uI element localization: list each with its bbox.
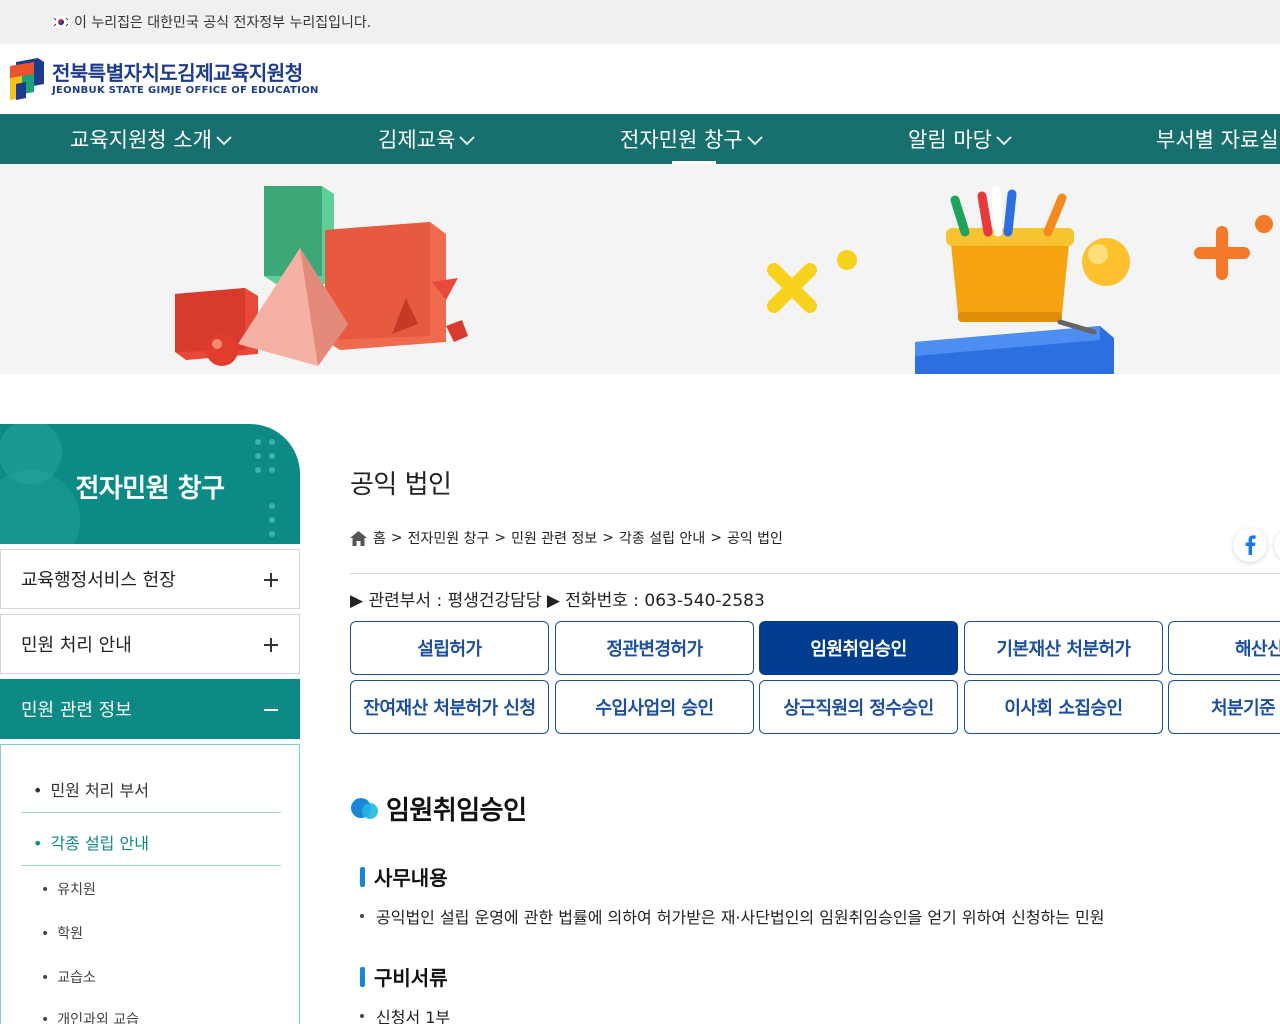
tab-asset-disposal[interactable]: 기본재산 처분허가 <box>964 621 1163 675</box>
site-logo[interactable]: 전북특별자치도김제교육지원청 JEONBUK STATE GIMJE OFFIC… <box>8 58 319 100</box>
breadcrumb-current: 공익 법인 <box>726 531 783 547</box>
banner-illustration <box>175 185 1273 374</box>
tab-staff-quota[interactable]: 상근직원의 정수승인 <box>759 680 958 734</box>
heading-bar-icon <box>360 866 365 887</box>
sidebar-sub3-label: 학원 <box>57 926 84 942</box>
sidebar-sub-item-establish[interactable]: • 각종 설립 안내 <box>21 830 281 866</box>
gov-notice-bar: 이 누리집은 대한민국 공식 전자정부 누리집입니다. <box>0 0 1280 44</box>
nav-item-notice[interactable]: 알림 마당 <box>908 114 1012 164</box>
nav-item-label: 김제교육 <box>378 128 456 152</box>
tab-label: 이사회 소집승인 <box>1004 698 1123 719</box>
sidebar-sub3-private-tutoring[interactable]: • 개인과외 교습 <box>41 1009 139 1024</box>
sidebar-sub3-label: 교습소 <box>57 970 96 986</box>
tab-disposal-criteria[interactable]: 처분기준 <box>1168 680 1280 734</box>
tab-label: 수입사업의 승인 <box>595 698 714 719</box>
sidebar-sub3-label: 개인과외 교습 <box>57 1012 139 1024</box>
main-nav: 교육지원청 소개 김제교육 전자민원 창구 알림 마당 부서별 자료실 <box>0 114 1280 164</box>
site-header: 전북특별자치도김제교육지원청 JEONBUK STATE GIMJE OFFIC… <box>0 44 1280 114</box>
sidebar-item-label: 민원 관련 정보 <box>21 700 132 721</box>
sidebar-title-box: 전자민원 창구 <box>0 424 300 544</box>
heading-bar-icon <box>360 966 365 987</box>
section-title: 임원취임승인 <box>350 790 527 827</box>
chevron-down-icon <box>996 136 1012 146</box>
logo-name-ko: 전북특별자치도김제교육지원청 <box>52 61 303 85</box>
sidebar-submenu: • 민원 처리 부서 • 각종 설립 안내 • 유치원 • 학원 • 교습소 • 개인과외 … <box>0 744 300 1024</box>
logo-emblem-icon <box>10 58 44 100</box>
breadcrumb-item[interactable]: 각종 설립 안내 <box>619 528 705 548</box>
subheading-text: 구비서류 <box>374 966 448 990</box>
tab-label: 정관변경허가 <box>606 639 703 660</box>
bullet-icon <box>360 914 364 918</box>
tab-officer-approval[interactable]: 임원취임승인 <box>759 621 958 675</box>
share-button[interactable] <box>1274 528 1280 562</box>
sidebar-sub3-tutoring-center[interactable]: • 교습소 <box>41 967 96 987</box>
section-title-text: 임원취임승인 <box>386 796 527 826</box>
plus-icon <box>264 638 278 652</box>
sidebar-title: 전자민원 창구 <box>75 474 225 504</box>
sidebar-sub-item-label: 민원 처리 부서 <box>50 781 149 800</box>
sidebar-sub3-academy[interactable]: • 학원 <box>41 923 83 943</box>
tab-board-meeting[interactable]: 이사회 소집승인 <box>964 680 1163 734</box>
tab-dissolution[interactable]: 해산신고 <box>1168 621 1280 675</box>
nav-item-label: 전자민원 창구 <box>620 128 743 152</box>
minus-icon <box>264 709 278 711</box>
section-bullet-icon <box>351 797 378 819</box>
tab-articles-change[interactable]: 정관변경허가 <box>555 621 754 675</box>
gov-notice-text: 이 누리집은 대한민국 공식 전자정부 누리집입니다. <box>74 15 372 31</box>
logo-name-en: JEONBUK STATE GIMJE OFFICE OF EDUCATION <box>52 85 319 96</box>
tab-revenue-business[interactable]: 수입사업의 승인 <box>555 680 754 734</box>
duties-text: 공익법인 설립 운영에 관한 법률에 의하여 허가받은 재·사단법인의 임원취임… <box>360 904 1105 928</box>
nav-item-gimje-edu[interactable]: 김제교육 <box>378 114 475 164</box>
tab-establish-permit[interactable]: 설립허가 <box>350 621 549 675</box>
sidebar-item-civil-info[interactable]: 민원 관련 정보 <box>0 679 300 739</box>
nav-item-label: 교육지원청 소개 <box>70 128 212 152</box>
tab-label: 상근직원의 정수승인 <box>783 698 934 719</box>
hero-banner <box>0 164 1280 374</box>
nav-item-e-civil[interactable]: 전자민원 창구 <box>620 114 763 164</box>
content-divider <box>350 573 1280 574</box>
chevron-down-icon <box>746 136 763 146</box>
dept-contact-line: ▶ 관련부서 : 평생건강담당 ▶ 전화번호 : 063-540-2583 <box>350 591 765 611</box>
tab-label: 임원취임승인 <box>810 639 907 660</box>
facebook-share-button[interactable] <box>1233 528 1267 562</box>
sidebar-item-label: 민원 처리 안내 <box>21 635 132 656</box>
tab-label: 잔여재산 처분허가 신청 <box>363 698 536 719</box>
page-title: 공익 법인 <box>350 470 452 500</box>
tab-residual-asset[interactable]: 잔여재산 처분허가 신청 <box>350 680 549 734</box>
sidebar-item-civil-guide[interactable]: 민원 처리 안내 <box>0 614 300 674</box>
tab-label: 해산신고 <box>1235 639 1280 660</box>
sidebar-item-service-charter[interactable]: 교육행정서비스 헌장 <box>0 549 300 609</box>
plus-icon <box>264 573 278 587</box>
sidebar-sub-item-dept[interactable]: • 민원 처리 부서 <box>21 777 281 813</box>
breadcrumb: 홈 > 전자민원 창구 > 민원 관련 정보 > 각종 설립 안내 > 공익 법인 <box>350 528 783 548</box>
sidebar-sub3-label: 유치원 <box>57 882 96 898</box>
nav-item-label: 알림 마당 <box>908 128 992 152</box>
sidebar-sub-item-label: 각종 설립 안내 <box>50 834 149 853</box>
tab-label: 처분기준 <box>1211 698 1276 719</box>
korea-flag-icon <box>52 16 70 28</box>
subheading-text: 사무내용 <box>374 866 448 890</box>
paragraph-text: 공익법인 설립 운영에 관한 법률에 의하여 허가받은 재·사단법인의 임원취임… <box>376 908 1105 927</box>
chevron-down-icon <box>216 136 232 146</box>
documents-text: 신청서 1부 <box>360 1004 450 1024</box>
bullet-icon <box>360 1014 364 1018</box>
chevron-down-icon <box>459 136 475 146</box>
breadcrumb-item[interactable]: 홈 <box>373 528 386 548</box>
nav-item-intro[interactable]: 교육지원청 소개 <box>70 114 232 164</box>
subheading-documents: 구비서류 <box>360 962 448 991</box>
tab-label: 기본재산 처분허가 <box>996 639 1131 660</box>
subheading-duties: 사무내용 <box>360 862 448 891</box>
facebook-icon <box>1245 535 1256 555</box>
nav-item-dept-archive[interactable]: 부서별 자료실 <box>1156 114 1279 164</box>
sidebar-sub3-kindergarten[interactable]: • 유치원 <box>41 879 96 899</box>
paragraph-text: 신청서 1부 <box>376 1008 451 1024</box>
nav-item-label: 부서별 자료실 <box>1156 128 1279 152</box>
breadcrumb-item[interactable]: 민원 관련 정보 <box>511 528 597 548</box>
breadcrumb-item[interactable]: 전자민원 창구 <box>408 528 490 548</box>
home-icon <box>350 530 367 546</box>
tab-label: 설립허가 <box>417 639 482 660</box>
sidebar-item-label: 교육행정서비스 헌장 <box>21 570 176 591</box>
